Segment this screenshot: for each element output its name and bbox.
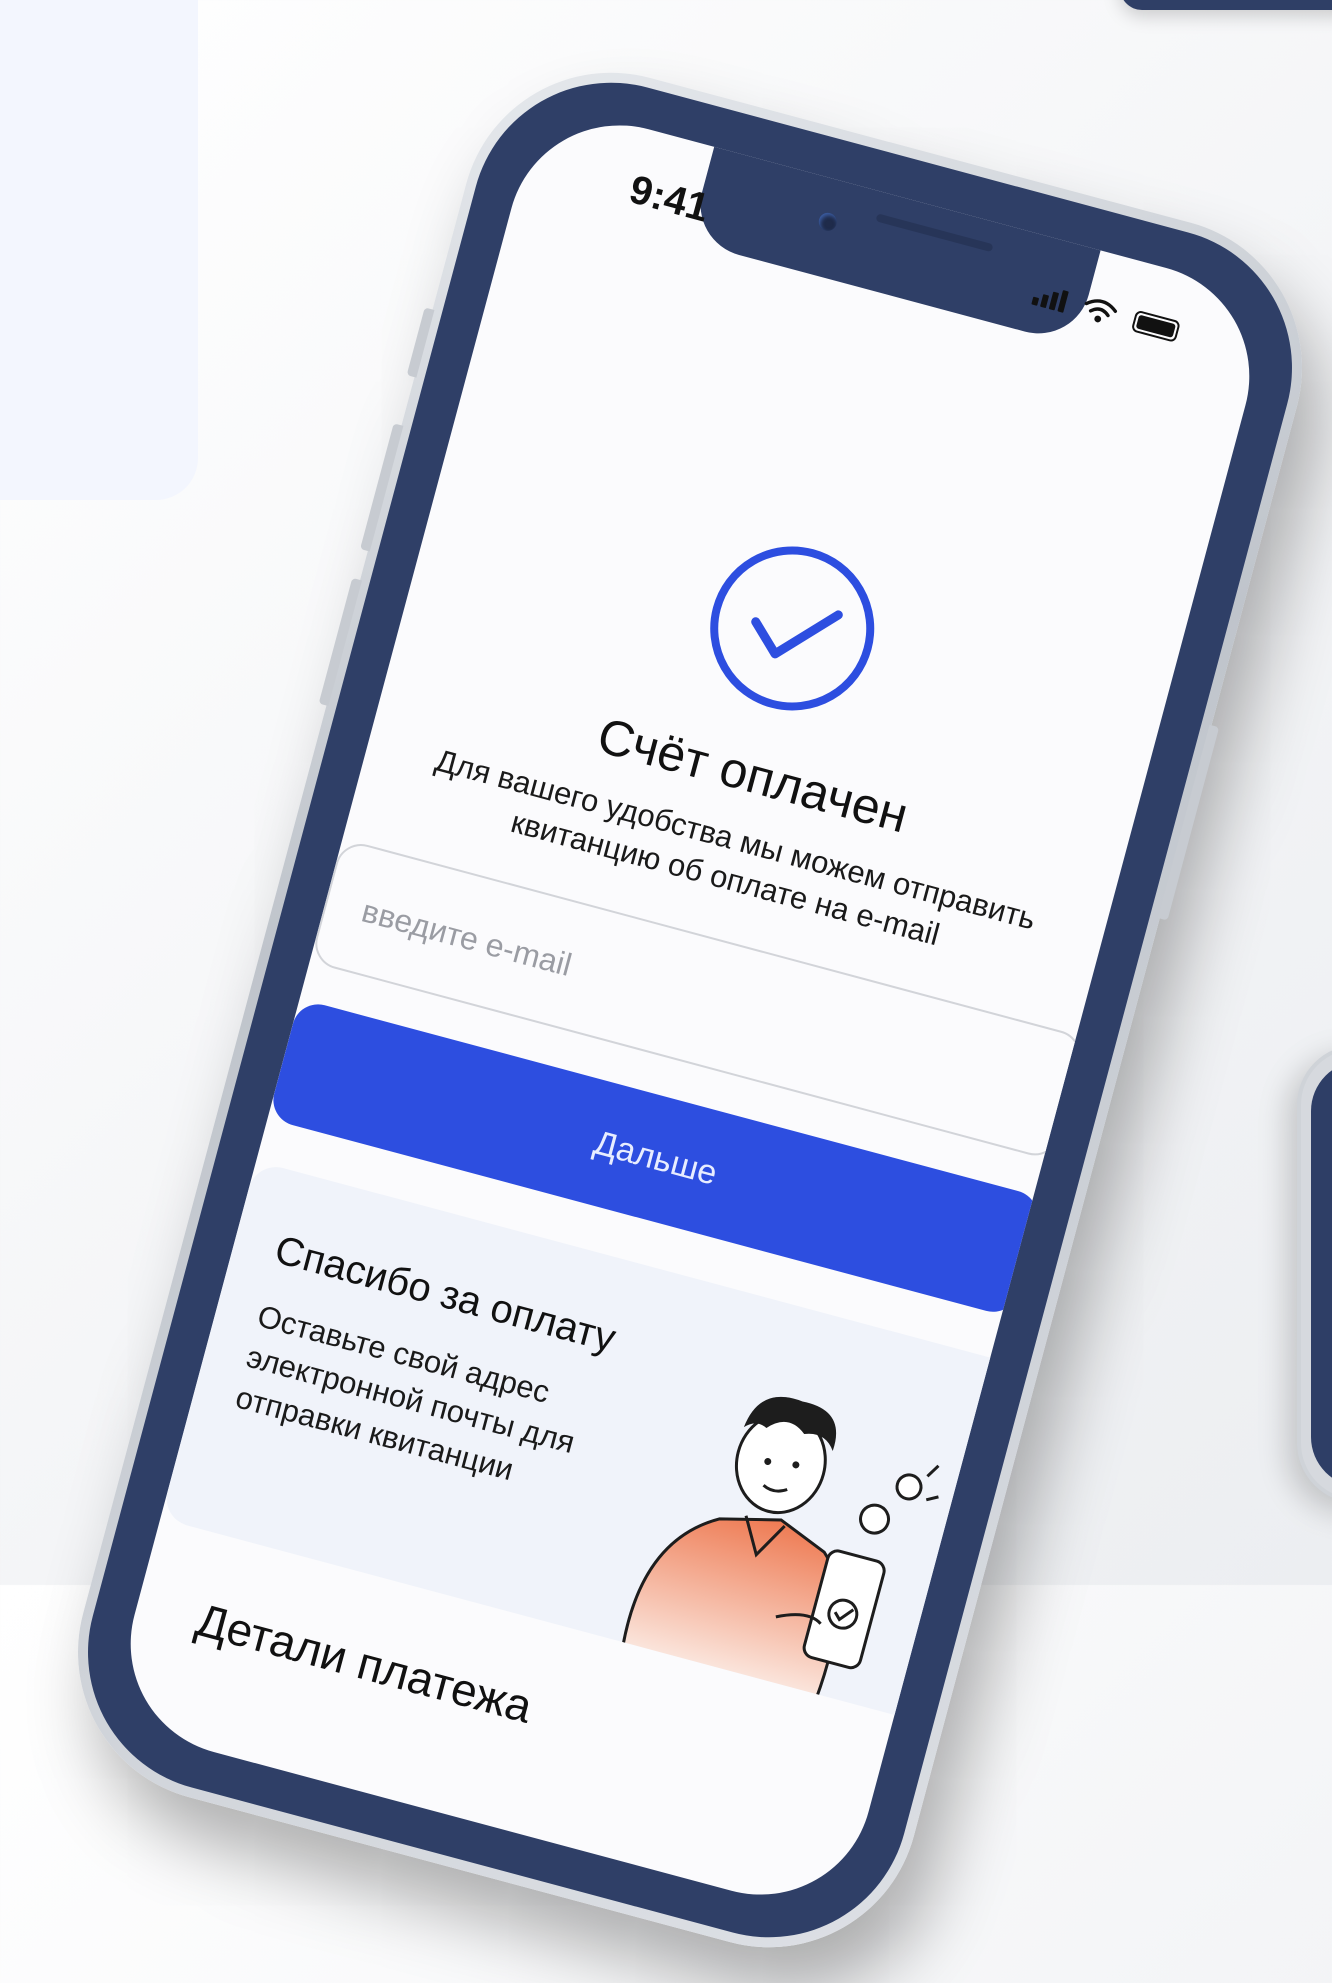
- check-circle-icon: [710, 546, 875, 711]
- status-time: 9:41: [624, 167, 714, 231]
- phone-mockup: 9:41 Счёт оплачен Для вашего удобства мы…: [44, 39, 1332, 1981]
- person-with-phone-illustration: [620, 1396, 940, 1702]
- background-panel: и: [0, 0, 198, 500]
- phone-notch: [688, 144, 1102, 346]
- wifi-icon: [1084, 299, 1118, 323]
- payment-success-content: Счёт оплачен Для вашего удобства мы може…: [131, 448, 1181, 1825]
- battery-icon: [1130, 309, 1181, 343]
- phone-frame: 9:41 Счёт оплачен Для вашего удобства мы…: [56, 51, 1324, 1969]
- camera-icon: [816, 210, 839, 233]
- secondary-phone-side: [1297, 1045, 1332, 1503]
- secondary-phone-top: [1120, 0, 1332, 10]
- phone-screen: 9:41 Счёт оплачен Для вашего удобства мы…: [105, 100, 1275, 1920]
- speaker-grille: [875, 213, 994, 253]
